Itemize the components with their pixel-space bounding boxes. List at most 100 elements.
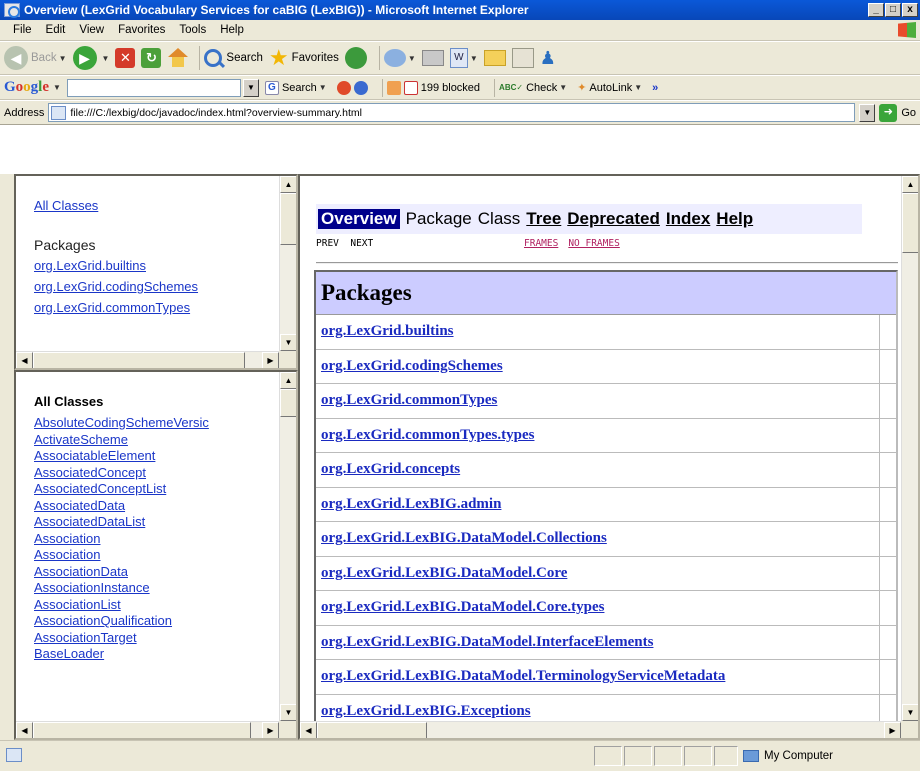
scroll-right-arrow-icon[interactable]: ▶ <box>884 722 901 738</box>
horizontal-scrollbar[interactable]: ◀ ▶ <box>300 721 901 738</box>
chevron-down-icon[interactable]: ▼ <box>53 83 61 92</box>
class-link[interactable]: AssociationInstance <box>34 580 209 597</box>
class-link[interactable]: AssociatedDataList <box>34 514 209 531</box>
vertical-scrollbar[interactable]: ▲ ▼ <box>901 176 918 721</box>
scroll-left-arrow-icon[interactable]: ◀ <box>16 722 33 738</box>
class-link[interactable]: AssociationQualification <box>34 613 209 630</box>
horizontal-scrollbar[interactable]: ◀ ▶ <box>16 721 279 738</box>
favorites-button[interactable]: ★ Favorites <box>269 47 339 69</box>
history-button[interactable] <box>344 47 369 69</box>
edit-button[interactable]: W ▼ <box>449 48 478 68</box>
menu-view[interactable]: View <box>72 24 111 36</box>
options-icon[interactable] <box>353 80 368 95</box>
class-link[interactable]: Association <box>34 547 209 564</box>
nav-help-link[interactable]: Help <box>716 209 753 229</box>
class-link[interactable]: AssociatableElement <box>34 448 209 465</box>
scroll-left-arrow-icon[interactable]: ◀ <box>300 722 317 738</box>
menu-edit[interactable]: Edit <box>39 24 73 36</box>
package-link[interactable]: org.LexGrid.builtins <box>34 255 198 276</box>
highlight-icon[interactable] <box>386 80 401 95</box>
class-link[interactable]: AssociationTarget <box>34 630 209 647</box>
package-link[interactable]: org.LexGrid.LexBIG.Exceptions <box>321 703 531 720</box>
class-link[interactable]: AssociationList <box>34 597 209 614</box>
more-button[interactable]: » <box>652 82 658 94</box>
go-arrow-icon[interactable]: ➜ <box>879 103 898 122</box>
no-frames-link[interactable]: NO FRAMES <box>568 238 619 249</box>
scroll-up-arrow-icon[interactable]: ▲ <box>902 176 918 193</box>
mail-button[interactable]: ▼ <box>383 49 416 67</box>
address-input[interactable]: file:///C:/lexbig/doc/javadoc/index.html… <box>48 103 856 122</box>
maximize-button[interactable]: □ <box>885 3 901 17</box>
google-logo[interactable]: Google <box>4 79 49 96</box>
google-dropdown-button[interactable]: ▼ <box>242 78 259 97</box>
class-link[interactable]: AssociatedData <box>34 498 209 515</box>
package-link[interactable]: org.LexGrid.commonTypes.types <box>321 427 534 444</box>
package-link[interactable]: org.LexGrid.codingSchemes <box>321 358 503 375</box>
class-link[interactable]: AssociatedConcept <box>34 465 209 482</box>
home-button[interactable] <box>167 48 189 68</box>
scroll-down-arrow-icon[interactable]: ▼ <box>902 704 918 721</box>
scroll-up-arrow-icon[interactable]: ▲ <box>280 372 296 389</box>
google-search-button[interactable]: G Search ▼ <box>264 80 327 95</box>
menu-favorites[interactable]: Favorites <box>111 24 172 36</box>
nav-deprecated-link[interactable]: Deprecated <box>567 209 660 229</box>
address-dropdown-button[interactable]: ▼ <box>859 103 876 122</box>
refresh-button[interactable]: ↻ <box>141 48 162 68</box>
scroll-right-arrow-icon[interactable]: ▶ <box>262 352 279 368</box>
package-link[interactable]: org.LexGrid.LexBIG.DataModel.Core <box>321 565 567 582</box>
package-link[interactable]: org.LexGrid.codingSchemes <box>34 276 198 297</box>
popup-blocker-button[interactable]: 199 blocked <box>403 80 480 95</box>
menu-tools[interactable]: Tools <box>172 24 213 36</box>
class-link[interactable]: BaseLoader <box>34 646 209 663</box>
package-link[interactable]: org.LexGrid.LexBIG.DataModel.InterfaceEl… <box>321 634 653 651</box>
menu-help[interactable]: Help <box>213 24 251 36</box>
package-link[interactable]: org.LexGrid.concepts <box>321 461 460 478</box>
package-link[interactable]: org.LexGrid.commonTypes <box>321 392 497 409</box>
scroll-down-arrow-icon[interactable]: ▼ <box>280 334 296 351</box>
scroll-thumb[interactable] <box>317 722 427 738</box>
scroll-right-arrow-icon[interactable]: ▶ <box>262 722 279 738</box>
vertical-scrollbar[interactable]: ▲ ▼ <box>279 176 296 351</box>
scroll-thumb[interactable] <box>280 193 296 245</box>
scroll-thumb[interactable] <box>33 352 245 368</box>
folder-button[interactable] <box>483 50 506 66</box>
package-link[interactable]: org.LexGrid.commonTypes <box>34 297 198 318</box>
package-link[interactable]: org.LexGrid.LexBIG.DataModel.Terminology… <box>321 668 725 685</box>
all-classes-link[interactable]: All Classes <box>34 198 198 213</box>
vertical-scrollbar[interactable]: ▲ ▼ <box>279 372 296 721</box>
package-link[interactable]: org.LexGrid.builtins <box>321 323 454 340</box>
messenger-button[interactable]: ♟ <box>540 48 562 68</box>
class-link[interactable]: AssociatedConceptList <box>34 481 209 498</box>
class-link[interactable]: AbsoluteCodingSchemeVersic <box>34 415 209 432</box>
search-button[interactable]: Search <box>204 49 263 67</box>
stop-button[interactable]: ✕ <box>115 48 136 68</box>
spell-check-button[interactable]: ABC✓ Check ▼ <box>499 82 567 94</box>
back-button[interactable]: ◀ Back ▼ <box>4 46 67 70</box>
package-link[interactable]: org.LexGrid.LexBIG.admin <box>321 496 501 513</box>
go-button[interactable]: Go <box>901 107 916 119</box>
minimize-button[interactable]: _ <box>868 3 884 17</box>
scroll-thumb[interactable] <box>33 722 251 738</box>
class-link[interactable]: AssociationData <box>34 564 209 581</box>
research-button[interactable] <box>511 48 534 68</box>
nav-tree-link[interactable]: Tree <box>526 209 561 229</box>
package-link[interactable]: org.LexGrid.LexBIG.DataModel.Core.types <box>321 599 604 616</box>
forward-button[interactable]: ▶ ▼ <box>72 46 109 70</box>
scroll-thumb[interactable] <box>280 389 296 417</box>
close-button[interactable]: x <box>902 3 918 17</box>
class-link[interactable]: Association <box>34 531 209 548</box>
frames-link[interactable]: FRAMES <box>524 238 558 249</box>
class-link[interactable]: ActivateScheme <box>34 432 209 449</box>
nav-index-link[interactable]: Index <box>666 209 710 229</box>
autolink-button[interactable]: ✦ AutoLink ▼ <box>577 81 642 95</box>
pagerank-icon[interactable] <box>336 80 351 95</box>
scroll-left-arrow-icon[interactable]: ◀ <box>16 352 33 368</box>
package-link[interactable]: org.LexGrid.LexBIG.DataModel.Collections <box>321 530 607 547</box>
print-button[interactable] <box>421 50 444 66</box>
scroll-thumb[interactable] <box>902 193 918 253</box>
scroll-down-arrow-icon[interactable]: ▼ <box>280 704 296 721</box>
menu-file[interactable]: File <box>6 24 39 36</box>
scroll-up-arrow-icon[interactable]: ▲ <box>280 176 296 193</box>
google-search-input[interactable] <box>66 78 241 97</box>
horizontal-scrollbar[interactable]: ◀ ▶ <box>16 351 279 368</box>
